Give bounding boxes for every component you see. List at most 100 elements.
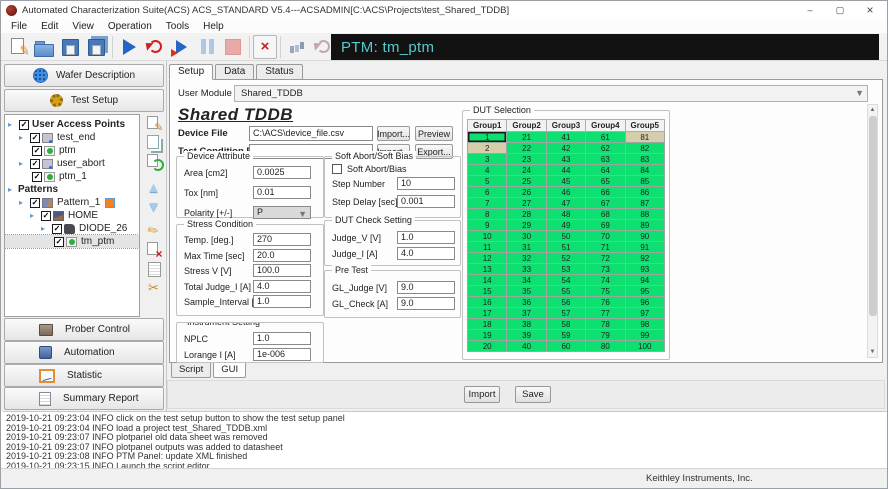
field-input-max-time-sec[interactable]: 20.0 bbox=[253, 249, 311, 262]
repeat-run-icon[interactable] bbox=[142, 35, 168, 59]
tree-item-home[interactable]: ✓HOME bbox=[5, 209, 139, 222]
calibration-icon[interactable] bbox=[310, 35, 336, 59]
dut-cell-19[interactable]: 19 bbox=[468, 330, 507, 341]
dut-cell-29[interactable]: 29 bbox=[507, 220, 546, 231]
minimize-icon[interactable] bbox=[795, 1, 825, 19]
tree-item-test-end[interactable]: ✓test_end bbox=[5, 131, 139, 144]
dut-cell-42[interactable]: 42 bbox=[546, 143, 585, 154]
dut-cell-88[interactable]: 88 bbox=[625, 209, 664, 220]
dut-cell-92[interactable]: 92 bbox=[625, 253, 664, 264]
log-panel[interactable]: 2019-10-21 09:23:04 INFO click on the te… bbox=[3, 411, 887, 470]
dut-cell-31[interactable]: 31 bbox=[507, 242, 546, 253]
dut-cell-64[interactable]: 64 bbox=[586, 165, 625, 176]
new-test-icon[interactable] bbox=[5, 35, 31, 59]
field-input-step-delay-sec[interactable]: 0.001 bbox=[397, 195, 455, 208]
tree-item-diode-26[interactable]: ✓DIODE_26 bbox=[5, 222, 139, 235]
delete-icon[interactable] bbox=[145, 242, 163, 258]
dut-cell-17[interactable]: 17 bbox=[468, 308, 507, 319]
dut-cell-68[interactable]: 68 bbox=[586, 209, 625, 220]
dut-cell-60[interactable]: 60 bbox=[546, 341, 585, 352]
dut-column-header-group1[interactable]: Group1 bbox=[468, 120, 507, 132]
dut-column-header-group5[interactable]: Group5 bbox=[625, 120, 664, 132]
dut-column-header-group4[interactable]: Group4 bbox=[586, 120, 625, 132]
statistic-button[interactable]: Statistic bbox=[4, 364, 164, 387]
clean-icon[interactable] bbox=[145, 223, 163, 239]
dut-cell-57[interactable]: 57 bbox=[546, 308, 585, 319]
tree-item-user-abort[interactable]: ✓user_abort bbox=[5, 157, 139, 170]
dut-cell-35[interactable]: 35 bbox=[507, 286, 546, 297]
dut-cell-33[interactable]: 33 bbox=[507, 264, 546, 275]
scrollbar-thumb[interactable] bbox=[869, 116, 877, 316]
check-run-icon[interactable] bbox=[168, 35, 194, 59]
dut-cell-49[interactable]: 49 bbox=[546, 220, 585, 231]
dut-cell-23[interactable]: 23 bbox=[507, 154, 546, 165]
dut-cell-87[interactable]: 87 bbox=[625, 198, 664, 209]
user-module-select[interactable]: Shared_TDDB ▼ bbox=[234, 85, 868, 102]
dut-cell-55[interactable]: 55 bbox=[546, 286, 585, 297]
menu-operation[interactable]: Operation bbox=[101, 21, 159, 32]
dut-cell-75[interactable]: 75 bbox=[586, 286, 625, 297]
dut-cell-82[interactable]: 82 bbox=[625, 143, 664, 154]
expander-icon[interactable] bbox=[30, 211, 39, 220]
automation-button[interactable]: Automation bbox=[4, 341, 164, 364]
dut-cell-93[interactable]: 93 bbox=[625, 264, 664, 275]
vertical-scrollbar[interactable]: ▲ ▼ bbox=[867, 104, 878, 358]
dut-cell-21[interactable]: 21 bbox=[507, 132, 546, 143]
dut-cell-24[interactable]: 24 bbox=[507, 165, 546, 176]
save-icon[interactable] bbox=[57, 35, 83, 59]
dut-cell-38[interactable]: 38 bbox=[507, 319, 546, 330]
dut-cell-4[interactable]: 4 bbox=[468, 165, 507, 176]
checkbox-icon[interactable]: ✓ bbox=[41, 211, 51, 221]
dut-cell-51[interactable]: 51 bbox=[546, 242, 585, 253]
dut-cell-73[interactable]: 73 bbox=[586, 264, 625, 275]
dut-cell-48[interactable]: 48 bbox=[546, 209, 585, 220]
dut-cell-18[interactable]: 18 bbox=[468, 319, 507, 330]
dut-cell-98[interactable]: 98 bbox=[625, 319, 664, 330]
dut-cell-12[interactable]: 12 bbox=[468, 253, 507, 264]
save-button[interactable]: Save bbox=[515, 386, 551, 403]
maximize-icon[interactable] bbox=[825, 1, 855, 19]
dut-cell-89[interactable]: 89 bbox=[625, 220, 664, 231]
dut-cell-34[interactable]: 34 bbox=[507, 275, 546, 286]
field-input-gl-judge-v[interactable]: 9.0 bbox=[397, 281, 455, 294]
dut-cell-61[interactable]: 61 bbox=[586, 132, 625, 143]
expander-icon[interactable] bbox=[19, 159, 28, 168]
soft-abort-checkbox[interactable] bbox=[332, 164, 342, 174]
sync-test-icon[interactable] bbox=[145, 154, 163, 170]
edit-test-icon[interactable] bbox=[145, 116, 163, 132]
tab-script[interactable]: Script bbox=[171, 363, 211, 378]
dut-cell-52[interactable]: 52 bbox=[546, 253, 585, 264]
dut-cell-70[interactable]: 70 bbox=[586, 231, 625, 242]
dut-cell-58[interactable]: 58 bbox=[546, 319, 585, 330]
dut-cell-8[interactable]: 8 bbox=[468, 209, 507, 220]
plot-icon[interactable] bbox=[284, 35, 310, 59]
dut-cell-96[interactable]: 96 bbox=[625, 297, 664, 308]
dut-cell-15[interactable]: 15 bbox=[468, 286, 507, 297]
import-button[interactable]: Import bbox=[464, 386, 500, 403]
expander-icon[interactable] bbox=[41, 224, 50, 233]
dut-cell-5[interactable]: 5 bbox=[468, 176, 507, 187]
abort-icon[interactable] bbox=[253, 35, 277, 59]
dut-column-header-group2[interactable]: Group2 bbox=[507, 120, 546, 132]
dut-cell-80[interactable]: 80 bbox=[586, 341, 625, 352]
move-down-icon[interactable] bbox=[145, 198, 163, 214]
field-input-stress-v-v[interactable]: 100.0 bbox=[253, 264, 311, 277]
expander-icon[interactable] bbox=[19, 133, 28, 142]
dut-cell-40[interactable]: 40 bbox=[507, 341, 546, 352]
cut-icon[interactable] bbox=[145, 280, 163, 296]
field-input-area-cm2[interactable]: 0.0025 bbox=[253, 166, 311, 179]
dut-cell-50[interactable]: 50 bbox=[546, 231, 585, 242]
checkbox-icon[interactable]: ✓ bbox=[32, 146, 42, 156]
open-project-icon[interactable] bbox=[31, 35, 57, 59]
dut-column-header-group3[interactable]: Group3 bbox=[546, 120, 585, 132]
field-input-lorange-i-a[interactable]: 1e-006 bbox=[253, 348, 311, 361]
dut-cell-86[interactable]: 86 bbox=[625, 187, 664, 198]
dut-cell-63[interactable]: 63 bbox=[586, 154, 625, 165]
dut-cell-53[interactable]: 53 bbox=[546, 264, 585, 275]
dut-cell-45[interactable]: 45 bbox=[546, 176, 585, 187]
field-input-sample-interval-sec[interactable]: 1.0 bbox=[253, 295, 311, 308]
dut-cell-59[interactable]: 59 bbox=[546, 330, 585, 341]
field-input-polarity[interactable]: P▼ bbox=[253, 206, 311, 219]
dut-cell-41[interactable]: 41 bbox=[546, 132, 585, 143]
dut-cell-99[interactable]: 99 bbox=[625, 330, 664, 341]
